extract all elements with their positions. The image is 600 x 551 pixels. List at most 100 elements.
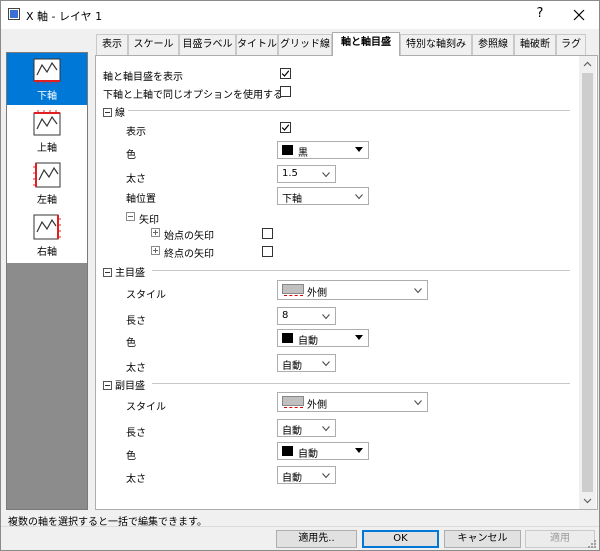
arrow-end-label: 終点の矢印 xyxy=(164,249,214,260)
minor-length-label: 長さ xyxy=(126,428,146,439)
same-options-label: 下軸と上軸で同じオプションを使用する xyxy=(103,90,283,101)
major-color-label: 色 xyxy=(126,338,136,349)
minor-ticks-section-header[interactable]: 副目盛 xyxy=(103,377,145,392)
minor-thickness-label: 太さ xyxy=(126,474,146,485)
settings-content: 軸と軸目盛を表示 下軸と上軸で同じオプションを使用する 線 表示 色 黒 太さ … xyxy=(95,55,598,510)
tab-tick-labels[interactable]: 目盛ラベル xyxy=(179,34,236,55)
axis-left-icon xyxy=(33,162,61,188)
minor-thickness-value: 自動 xyxy=(282,473,302,484)
tab-axis-break[interactable]: 軸破断 xyxy=(514,34,556,55)
minor-color-value: 自動 xyxy=(298,449,318,460)
divider xyxy=(152,270,570,271)
axis-top-icon xyxy=(33,110,61,136)
axis-bottom-icon xyxy=(33,58,61,84)
tab-grid-lines[interactable]: グリッド線 xyxy=(278,34,332,55)
tab-scale[interactable]: スケール xyxy=(128,34,179,55)
axis-item-right[interactable]: 右軸 xyxy=(7,209,87,261)
collapse-icon[interactable] xyxy=(103,381,112,390)
major-style-dropdown[interactable]: 外側 xyxy=(277,280,428,300)
title-bar: X 軸 - レイヤ 1 ? xyxy=(1,1,599,29)
chevron-down-icon xyxy=(355,335,363,340)
arrow-start-checkbox[interactable] xyxy=(262,228,273,239)
arrow-collapse-icon[interactable] xyxy=(126,212,135,221)
major-ticks-heading: 主目盛 xyxy=(115,268,145,279)
axis-right-icon xyxy=(33,214,61,240)
apply-to-button[interactable]: 適用先.. xyxy=(276,530,357,548)
apply-button[interactable]: 適用 xyxy=(525,530,595,548)
color-swatch xyxy=(282,145,293,155)
checkmark-icon xyxy=(281,124,290,131)
minor-color-label: 色 xyxy=(126,451,136,462)
chevron-down-icon xyxy=(322,473,330,479)
major-length-dropdown[interactable]: 8 xyxy=(277,307,336,325)
line-color-value: 黒 xyxy=(298,148,308,159)
arrow-end-checkbox[interactable] xyxy=(262,246,273,257)
dialog-window: X 軸 - レイヤ 1 ? 表示 スケール 目盛ラベル タイトル グリッド線 軸… xyxy=(0,0,600,551)
cancel-button[interactable]: キャンセル xyxy=(444,530,521,548)
chevron-down-icon xyxy=(414,400,422,406)
major-style-value: 外側 xyxy=(307,288,327,299)
minor-length-dropdown[interactable]: 自動 xyxy=(277,419,336,437)
arrow-start-label: 始点の矢印 xyxy=(164,231,214,242)
tab-axis-and-ticks[interactable]: 軸と軸目盛 xyxy=(332,32,400,56)
show-axis-checkbox[interactable] xyxy=(280,68,291,79)
scroll-thumb[interactable] xyxy=(582,73,593,492)
divider xyxy=(152,383,570,384)
arrow-start-expand-icon[interactable] xyxy=(151,228,160,237)
chevron-down-icon xyxy=(355,147,363,152)
line-color-label: 色 xyxy=(126,150,136,161)
line-section-header[interactable]: 線 xyxy=(103,104,125,119)
minor-style-value: 外側 xyxy=(307,400,327,411)
arrow-end-expand-icon[interactable] xyxy=(151,246,160,255)
help-button[interactable]: ? xyxy=(517,1,563,29)
major-thickness-label: 太さ xyxy=(126,363,146,374)
axis-label-top: 上軸 xyxy=(37,143,57,154)
axis-label-right: 右軸 xyxy=(37,247,57,258)
vertical-scrollbar[interactable] xyxy=(579,56,596,509)
chevron-down-icon xyxy=(355,194,363,200)
show-axis-label: 軸と軸目盛を表示 xyxy=(103,72,183,83)
divider xyxy=(128,110,570,111)
major-color-dropdown[interactable]: 自動 xyxy=(277,329,369,347)
same-options-checkbox[interactable] xyxy=(280,86,291,97)
scroll-down-icon[interactable] xyxy=(579,492,596,509)
axis-item-left[interactable]: 左軸 xyxy=(7,157,87,209)
axis-selector-panel: 下軸 上軸 左軸 右軸 xyxy=(6,52,88,510)
axis-item-bottom[interactable]: 下軸 xyxy=(7,53,87,105)
chevron-down-icon xyxy=(322,172,330,178)
line-show-checkbox[interactable] xyxy=(280,122,291,133)
app-icon xyxy=(8,8,20,20)
tab-reference-lines[interactable]: 参照線 xyxy=(472,34,514,55)
minor-color-dropdown[interactable]: 自動 xyxy=(277,442,369,460)
collapse-icon[interactable] xyxy=(103,268,112,277)
tab-display[interactable]: 表示 xyxy=(96,34,128,55)
axis-position-value: 下軸 xyxy=(282,194,302,205)
line-color-dropdown[interactable]: 黒 xyxy=(277,141,369,159)
chevron-down-icon xyxy=(322,314,330,320)
line-thickness-dropdown[interactable]: 1.5 xyxy=(277,165,336,183)
major-color-value: 自動 xyxy=(298,336,318,347)
major-length-label: 長さ xyxy=(126,316,146,327)
tab-rug[interactable]: ラグ xyxy=(556,34,586,55)
minor-length-value: 自動 xyxy=(282,426,302,437)
axis-item-top[interactable]: 上軸 xyxy=(7,105,87,157)
minor-style-dropdown[interactable]: 外側 xyxy=(277,392,428,412)
chevron-down-icon xyxy=(322,361,330,367)
checkmark-icon xyxy=(281,70,290,77)
collapse-icon[interactable] xyxy=(103,108,112,117)
minor-thickness-dropdown[interactable]: 自動 xyxy=(277,466,336,484)
close-icon[interactable] xyxy=(559,1,599,29)
major-ticks-section-header[interactable]: 主目盛 xyxy=(103,264,145,279)
line-thickness-label: 太さ xyxy=(126,174,146,185)
axis-position-dropdown[interactable]: 下軸 xyxy=(277,187,369,205)
minor-ticks-heading: 副目盛 xyxy=(115,381,145,392)
scroll-up-icon[interactable] xyxy=(579,56,596,73)
resize-grip-icon[interactable] xyxy=(587,539,597,549)
ok-button[interactable]: OK xyxy=(362,530,439,548)
major-thickness-dropdown[interactable]: 自動 xyxy=(277,354,336,372)
chevron-down-icon xyxy=(355,448,363,453)
axis-list: 下軸 上軸 左軸 右軸 xyxy=(7,53,87,263)
axis-label-left: 左軸 xyxy=(37,195,57,206)
tab-title[interactable]: タイトル xyxy=(236,34,278,55)
tab-special-ticks[interactable]: 特別な軸刻み xyxy=(400,34,472,55)
